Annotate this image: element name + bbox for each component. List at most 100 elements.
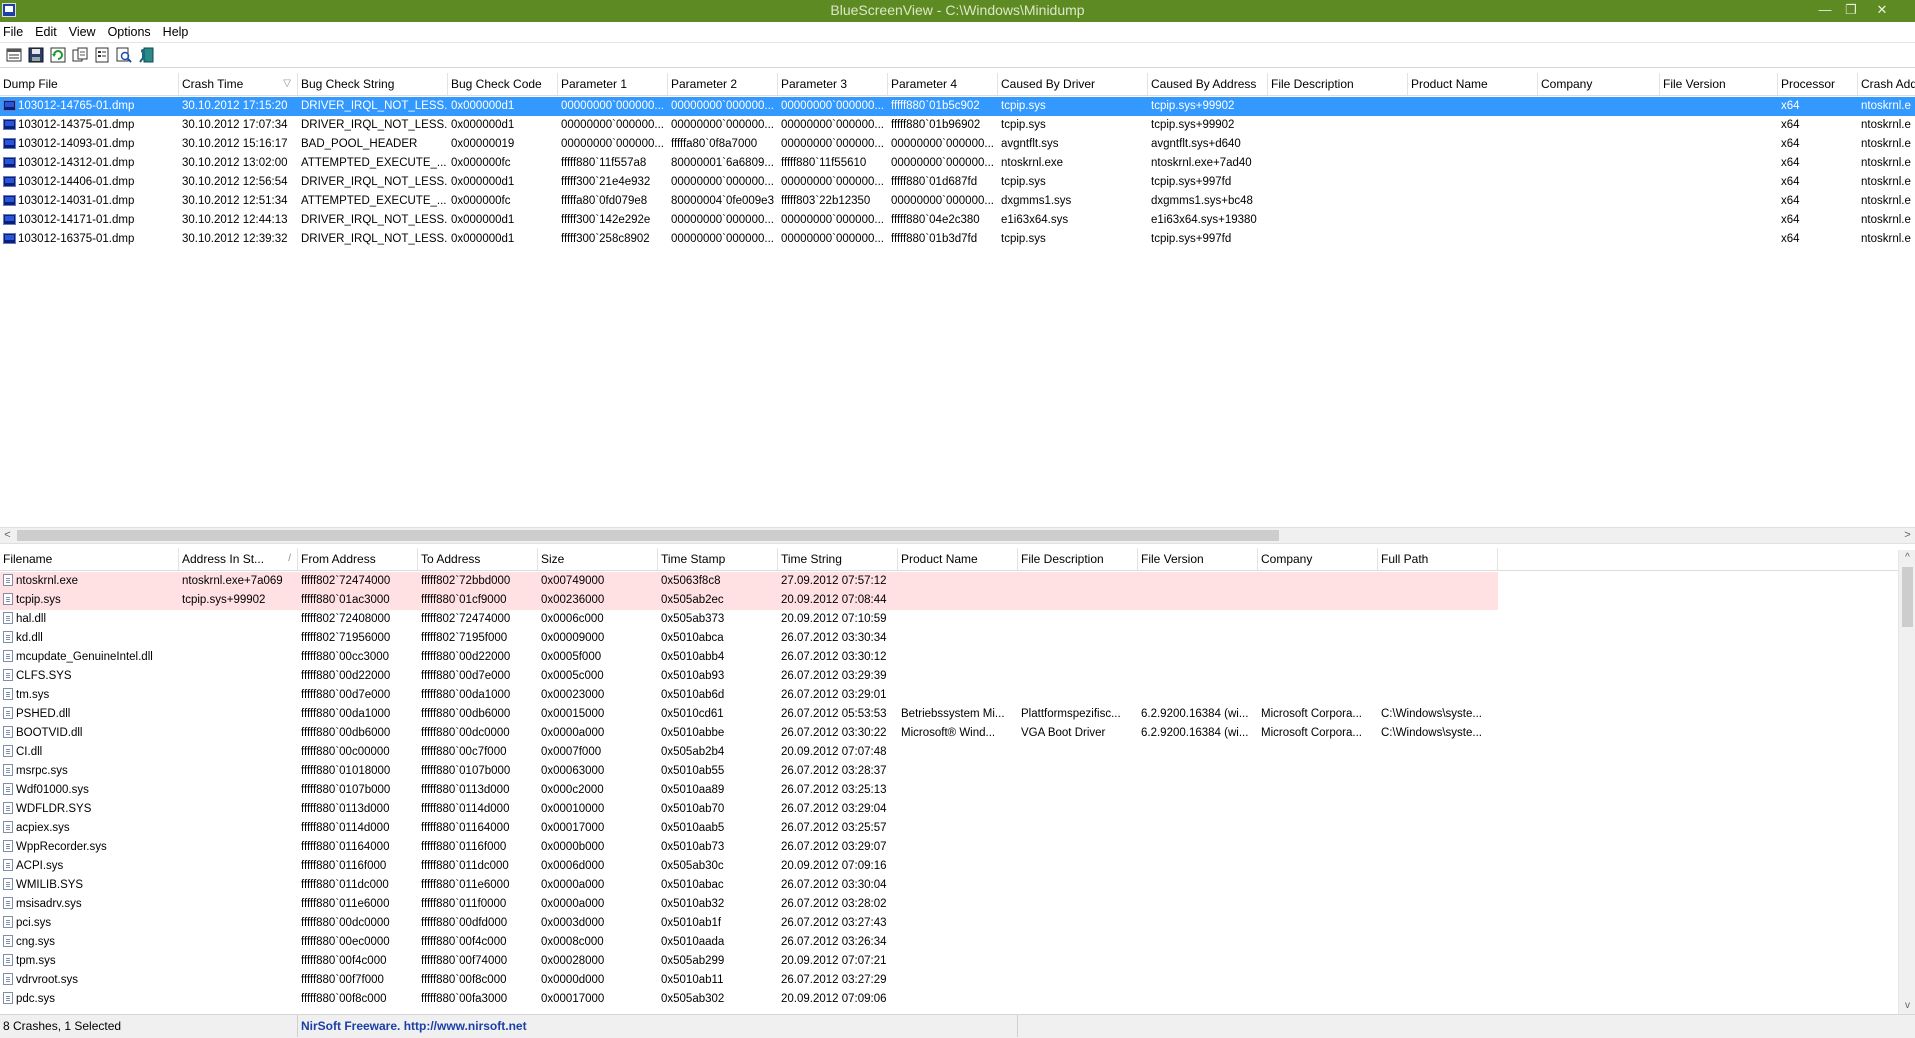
column-time-string[interactable]: Time String: [778, 548, 898, 570]
scroll-up-icon[interactable]: ^: [1899, 550, 1915, 565]
column-from-address[interactable]: From Address: [298, 548, 418, 570]
crash-row[interactable]: 103012-14093-01.dmp 30.10.2012 15:16:17 BA…: [0, 135, 1915, 154]
cell-from-address: fffff880`00cc3000: [298, 648, 418, 667]
column-bug-check-code[interactable]: Bug Check Code: [448, 73, 558, 95]
module-row[interactable]: pci.sys fffff880`00dc0000 fffff880`00dfd00…: [0, 914, 1898, 933]
cell-to-address: fffff880`00d7e000: [418, 667, 538, 686]
column-parameter-2[interactable]: Parameter 2: [668, 73, 778, 95]
horizontal-scrollbar[interactable]: < >: [0, 527, 1915, 544]
column-crash-address[interactable]: Crash Add: [1858, 73, 1915, 95]
cell-bug-check-code: 0x000000d1: [448, 173, 558, 192]
column-file-version[interactable]: File Version: [1138, 548, 1258, 570]
cell-crash-address: ntoskrnl.e: [1858, 116, 1915, 135]
column-parameter-1[interactable]: Parameter 1: [558, 73, 668, 95]
module-row[interactable]: ntoskrnl.exe ntoskrnl.exe+7a069 fffff802`7…: [0, 572, 1898, 591]
column-to-address[interactable]: To Address: [418, 548, 538, 570]
column-address-in-stack[interactable]: Address In St... /: [179, 548, 298, 570]
menu-help[interactable]: Help: [157, 22, 195, 42]
column-company[interactable]: Company: [1258, 548, 1378, 570]
menu-view[interactable]: View: [63, 22, 102, 42]
minimize-button[interactable]: —: [1813, 1, 1837, 19]
module-list[interactable]: ntoskrnl.exe ntoskrnl.exe+7a069 fffff802`7…: [0, 572, 1898, 1014]
column-processor[interactable]: Processor: [1778, 73, 1858, 95]
column-parameter-3[interactable]: Parameter 3: [778, 73, 888, 95]
cell-time-stamp: 0x5010ab1f: [658, 914, 778, 933]
vertical-scrollbar[interactable]: ^ v: [1898, 550, 1915, 1014]
copy-icon[interactable]: [72, 47, 88, 63]
scrollbar-thumb[interactable]: [1902, 567, 1913, 627]
cell-from-address: fffff880`00da1000: [298, 705, 418, 724]
column-caused-by-driver[interactable]: Caused By Driver: [998, 73, 1148, 95]
cell-text: Microsoft Corpora...: [1261, 727, 1362, 739]
module-row[interactable]: cng.sys fffff880`00ec0000 fffff880`00f4c00…: [0, 933, 1898, 952]
crash-row[interactable]: 103012-14375-01.dmp 30.10.2012 17:07:34 DR…: [0, 116, 1915, 135]
crash-row[interactable]: 103012-14171-01.dmp 30.10.2012 12:44:13 DR…: [0, 211, 1915, 230]
restore-button[interactable]: ❐: [1839, 1, 1863, 19]
scroll-down-icon[interactable]: v: [1899, 998, 1915, 1013]
scroll-left-icon[interactable]: <: [0, 528, 15, 543]
scroll-right-icon[interactable]: >: [1900, 528, 1915, 543]
module-row[interactable]: pdc.sys fffff880`00f8c000 fffff880`00fa300…: [0, 990, 1898, 1009]
cell-full-path: [1378, 629, 1498, 648]
menu-file[interactable]: File: [0, 22, 29, 42]
module-row[interactable]: WDFLDR.SYS fffff880`0113d000 fffff880`0114…: [0, 800, 1898, 819]
save-icon[interactable]: [28, 47, 44, 63]
column-file-version[interactable]: File Version: [1660, 73, 1778, 95]
module-row[interactable]: mcupdate_GenuineIntel.dll fffff880`00cc30…: [0, 648, 1898, 667]
column-product-name[interactable]: Product Name: [1408, 73, 1538, 95]
module-row[interactable]: ACPI.sys fffff880`0116f000 fffff880`011dc0…: [0, 857, 1898, 876]
menu-options[interactable]: Options: [102, 22, 157, 42]
module-row[interactable]: CLFS.SYS fffff880`00d22000 fffff880`00d7e0…: [0, 667, 1898, 686]
nirsoft-link[interactable]: NirSoft Freeware. http://www.nirsoft.net: [298, 1015, 1018, 1037]
column-caused-by-address[interactable]: Caused By Address: [1148, 73, 1268, 95]
module-row[interactable]: WppRecorder.sys fffff880`01164000 fffff880…: [0, 838, 1898, 857]
cell-file-version: [1138, 952, 1258, 971]
close-button[interactable]: ✕: [1870, 1, 1894, 19]
crash-row[interactable]: 103012-14031-01.dmp 30.10.2012 12:51:34 AT…: [0, 192, 1915, 211]
column-company[interactable]: Company: [1538, 73, 1660, 95]
crash-row[interactable]: 103012-16375-01.dmp 30.10.2012 12:39:32 DR…: [0, 230, 1915, 249]
module-row[interactable]: hal.dll fffff802`72408000 fffff802`7247400…: [0, 610, 1898, 629]
column-crash-time[interactable]: Crash Time ▽: [179, 73, 298, 95]
column-file-description[interactable]: File Description: [1268, 73, 1408, 95]
cell-parameter-4: 00000000`000000...: [888, 154, 998, 173]
column-product-name[interactable]: Product Name: [898, 548, 1018, 570]
crash-row[interactable]: 103012-14406-01.dmp 30.10.2012 12:56:54 DR…: [0, 173, 1915, 192]
find-icon[interactable]: [116, 47, 132, 63]
column-dump-file[interactable]: Dump File: [0, 73, 179, 95]
module-row[interactable]: BOOTVID.dll fffff880`00db6000 fffff880`00d…: [0, 724, 1898, 743]
scrollbar-thumb[interactable]: [17, 530, 1279, 541]
column-bug-check-string[interactable]: Bug Check String: [298, 73, 448, 95]
column-parameter-4[interactable]: Parameter 4: [888, 73, 998, 95]
cell-full-path: [1378, 762, 1498, 781]
refresh-icon[interactable]: [50, 47, 66, 63]
crash-list[interactable]: 103012-14765-01.dmp 30.10.2012 17:15:20 DR…: [0, 97, 1915, 527]
cell-text: 0x5010ab1f: [661, 917, 722, 929]
column-size[interactable]: Size: [538, 548, 658, 570]
module-row[interactable]: kd.dll fffff802`71956000 fffff802`7195f000…: [0, 629, 1898, 648]
exit-icon[interactable]: [138, 47, 154, 63]
crash-row[interactable]: 103012-14765-01.dmp 30.10.2012 17:15:20 DR…: [0, 97, 1915, 116]
cell-text: CI.dll: [16, 746, 43, 758]
module-row[interactable]: msrpc.sys fffff880`01018000 fffff880`0107b…: [0, 762, 1898, 781]
module-row[interactable]: vdrvroot.sys fffff880`00f7f000 fffff880`00…: [0, 971, 1898, 990]
cell-text: msisadrv.sys: [16, 898, 82, 910]
module-row[interactable]: tcpip.sys tcpip.sys+99902 fffff880`01ac300…: [0, 591, 1898, 610]
module-row[interactable]: tpm.sys fffff880`00f4c000 fffff880`00f7400…: [0, 952, 1898, 971]
column-full-path[interactable]: Full Path: [1378, 548, 1498, 570]
module-row[interactable]: tm.sys fffff880`00d7e000 fffff880`00da1000…: [0, 686, 1898, 705]
column-file-description[interactable]: File Description: [1018, 548, 1138, 570]
html-report-icon[interactable]: [6, 47, 22, 63]
column-time-stamp[interactable]: Time Stamp: [658, 548, 778, 570]
column-filename[interactable]: Filename: [0, 548, 179, 570]
cell-caused-by-address: ntoskrnl.exe+7ad40: [1148, 154, 1268, 173]
module-row[interactable]: WMILIB.SYS fffff880`011dc000 fffff880`011e…: [0, 876, 1898, 895]
menu-edit[interactable]: Edit: [29, 22, 63, 42]
module-row[interactable]: msisadrv.sys fffff880`011e6000 fffff880`01…: [0, 895, 1898, 914]
module-row[interactable]: CI.dll fffff880`00c00000 fffff880`00c7f000…: [0, 743, 1898, 762]
crash-row[interactable]: 103012-14312-01.dmp 30.10.2012 13:02:00 AT…: [0, 154, 1915, 173]
properties-icon[interactable]: [94, 47, 110, 63]
module-row[interactable]: Wdf01000.sys fffff880`0107b000 fffff880`01…: [0, 781, 1898, 800]
module-row[interactable]: PSHED.dll fffff880`00da1000 fffff880`00db6…: [0, 705, 1898, 724]
module-row[interactable]: acpiex.sys fffff880`0114d000 fffff880`0116…: [0, 819, 1898, 838]
